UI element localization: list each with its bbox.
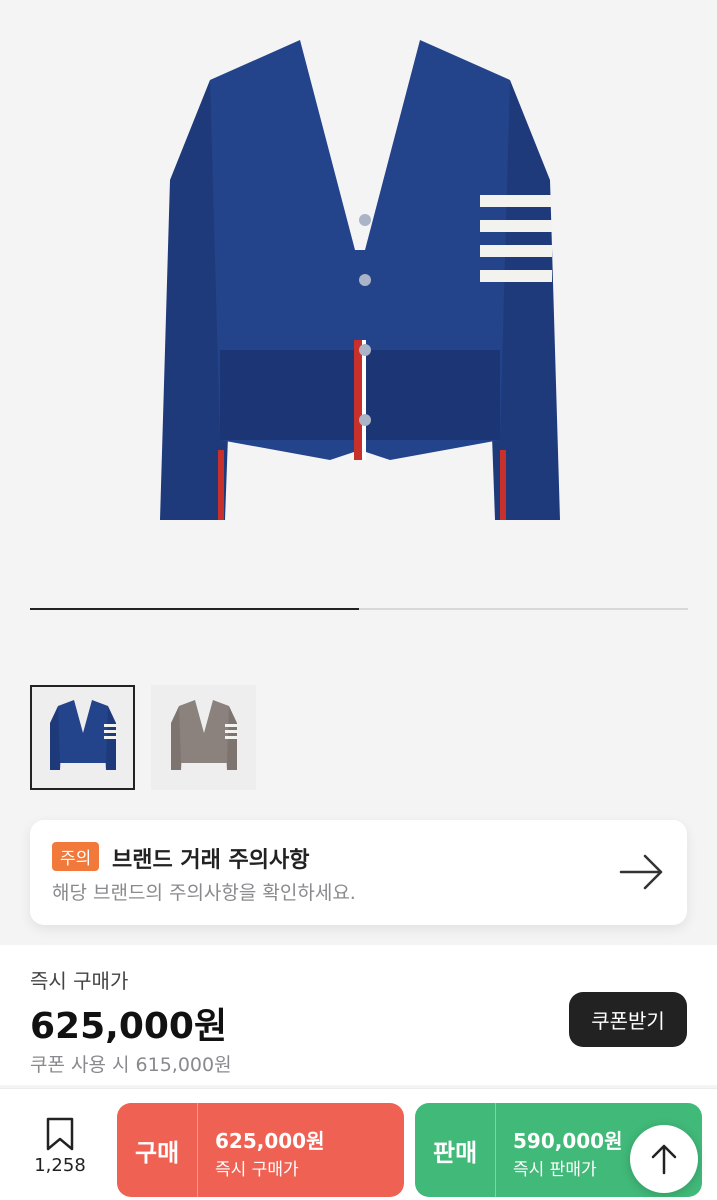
get-coupon-button[interactable]: 쿠폰받기 [569,992,687,1047]
buy-label: 구매 [135,1139,180,1167]
bookmark-icon [46,1117,74,1151]
sell-sublabel: 즉시 판매가 [513,1160,597,1180]
buy-divider [197,1103,198,1197]
sell-label: 판매 [433,1139,478,1167]
arrow-right-icon [619,854,663,890]
product-image [160,40,560,520]
wishlist-count: 1,258 [34,1155,86,1176]
arrow-up-icon [651,1144,677,1175]
price-section: 즉시 구매가 625,000원 쿠폰 사용 시 615,000원 쿠폰받기 [0,945,717,1085]
scroll-to-top-button[interactable] [630,1125,698,1193]
thumbnail-navy-cardigan[interactable] [30,685,135,790]
gallery-progress-bar [30,608,688,610]
thumbnail-list [30,685,256,790]
bottom-action-bar: 1,258 구매 625,000원 즉시 구매가 판매 590,000원 즉시 … [0,1088,717,1200]
notice-description: 해당 브랜드의 주의사항을 확인하세요. [52,882,356,904]
gallery-progress-fill [30,608,359,610]
notice-title: 브랜드 거래 주의사항 [112,848,310,873]
brand-notice-card[interactable]: 주의 브랜드 거래 주의사항 해당 브랜드의 주의사항을 확인하세요. [30,820,687,925]
buy-price: 625,000원 [215,1129,325,1153]
wishlist-button[interactable]: 1,258 [28,1117,92,1176]
price-value: 625,000원 [30,1006,228,1047]
buy-button[interactable]: 구매 625,000원 즉시 구매가 [117,1103,404,1197]
sell-price: 590,000원 [513,1129,623,1153]
navy-cardigan-thumbnail-icon [49,699,116,770]
product-image-gallery[interactable] [0,0,717,660]
sell-divider [495,1103,496,1197]
coupon-price-text: 쿠폰 사용 시 615,000원 [30,1054,232,1076]
thumbnail-grey-cardigan[interactable] [151,685,256,790]
notice-tag: 주의 [52,842,100,871]
buy-sublabel: 즉시 구매가 [215,1160,299,1180]
grey-cardigan-thumbnail-icon [170,699,237,770]
price-label: 즉시 구매가 [30,969,129,993]
